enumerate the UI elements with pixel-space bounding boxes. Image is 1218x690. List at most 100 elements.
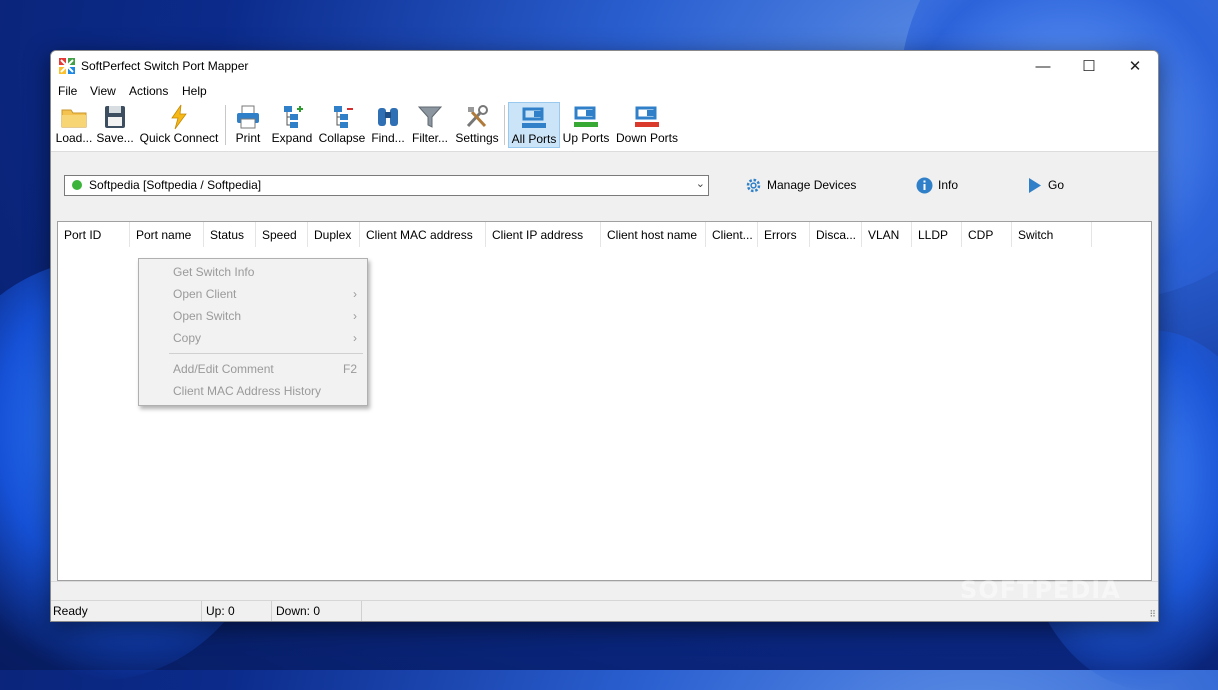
ctx-open-client[interactable]: Open Client ›	[139, 283, 367, 305]
collapse-tree-icon	[334, 106, 353, 128]
port-down-icon	[635, 106, 659, 127]
go-label: Go	[1048, 178, 1065, 192]
menu-view[interactable]: View	[90, 84, 116, 98]
tools-icon	[466, 105, 488, 128]
filter-button[interactable]: Filter...	[409, 102, 451, 148]
watermark: SOFTPEDIA	[960, 576, 1121, 604]
expand-button[interactable]: Expand	[269, 102, 315, 148]
funnel-icon	[417, 106, 443, 128]
context-menu: Get Switch Info Open Client › Open Switc…	[138, 258, 368, 406]
column-header-vlan[interactable]: VLAN	[862, 222, 912, 247]
toolbar-separator	[225, 105, 226, 145]
close-button[interactable]: ✕	[1112, 51, 1158, 81]
settings-button[interactable]: Settings	[453, 102, 501, 148]
chevron-right-icon: ›	[353, 331, 357, 345]
menu-help[interactable]: Help	[182, 84, 207, 98]
ctx-label: Copy	[173, 331, 202, 345]
column-header-speed[interactable]: Speed	[256, 222, 308, 247]
menu-bar: File View Actions Help	[51, 81, 1158, 101]
column-header-client-mac[interactable]: Client MAC address	[360, 222, 486, 247]
ctx-label: Client MAC Address History	[173, 384, 322, 398]
port-all-icon	[522, 107, 546, 128]
column-header-switch[interactable]: Switch	[1012, 222, 1092, 247]
chevron-down-icon[interactable]: ⌄	[696, 177, 705, 190]
gear-icon	[746, 178, 761, 192]
column-header-discards[interactable]: Disca...	[810, 222, 862, 247]
status-up-count: Up: 0	[204, 601, 272, 621]
info-label: Info	[938, 178, 959, 192]
column-header-port-id[interactable]: Port ID	[58, 222, 130, 247]
toolbar-separator	[504, 105, 505, 145]
ctx-client-mac-history[interactable]: Client MAC Address History	[139, 380, 367, 402]
resize-grip-icon[interactable]: ⠿	[1149, 609, 1156, 620]
expand-tree-icon	[284, 106, 303, 128]
column-header-lldp[interactable]: LLDP	[912, 222, 962, 247]
maximize-button[interactable]: ☐	[1066, 51, 1112, 81]
menu-actions[interactable]: Actions	[129, 84, 168, 98]
all-ports-label: All Ports	[511, 132, 557, 146]
info-icon	[916, 177, 933, 193]
info-button[interactable]: Info	[916, 176, 958, 194]
folder-icon	[61, 109, 87, 128]
save-button[interactable]: Save...	[95, 102, 135, 148]
column-header-port-name[interactable]: Port name	[130, 222, 204, 247]
load-label: Load...	[55, 131, 93, 145]
device-select[interactable]: Softpedia [Softpedia / Softpedia] ⌄	[64, 175, 709, 196]
ctx-get-switch-info[interactable]: Get Switch Info	[139, 261, 367, 283]
toolbar: Load... Save... Quick Connect Print Expa…	[51, 101, 1158, 152]
column-header-client-ip[interactable]: Client IP address	[486, 222, 601, 247]
minimize-button[interactable]: —	[1020, 51, 1066, 81]
quick-connect-label: Quick Connect	[139, 131, 219, 145]
ctx-open-switch[interactable]: Open Switch ›	[139, 305, 367, 327]
column-header-status[interactable]: Status	[204, 222, 256, 247]
device-status-dot	[72, 180, 82, 190]
up-ports-label: Up Ports	[562, 131, 610, 145]
play-icon	[1029, 177, 1041, 193]
maximize-icon: ☐	[1082, 58, 1096, 75]
find-button[interactable]: Find...	[369, 102, 407, 148]
app-logo-icon	[59, 58, 75, 74]
column-header-duplex[interactable]: Duplex	[308, 222, 360, 247]
window-title: SoftPerfect Switch Port Mapper	[81, 59, 249, 73]
all-ports-button[interactable]: All Ports	[508, 102, 560, 148]
device-select-value: Softpedia [Softpedia / Softpedia]	[89, 178, 262, 192]
chevron-right-icon: ›	[353, 287, 357, 301]
column-header-cdp[interactable]: CDP	[962, 222, 1012, 247]
title-bar: SoftPerfect Switch Port Mapper — ☐ ✕	[51, 51, 1158, 81]
ctx-copy[interactable]: Copy ›	[139, 327, 367, 349]
find-label: Find...	[371, 131, 405, 145]
close-icon: ✕	[1128, 58, 1142, 75]
column-header-client-host[interactable]: Client host name	[601, 222, 706, 247]
expand-label: Expand	[271, 131, 313, 145]
quick-connect-button[interactable]: Quick Connect	[137, 102, 221, 148]
down-ports-button[interactable]: Down Ports	[614, 102, 680, 148]
device-bar: Softpedia [Softpedia / Softpedia] ⌄ Mana…	[51, 152, 1158, 214]
column-header-errors[interactable]: Errors	[758, 222, 810, 247]
table-header: Port ID Port name Status Speed Duplex Cl…	[58, 222, 1151, 247]
go-button[interactable]: Go	[1026, 176, 1064, 194]
app-window: SoftPerfect Switch Port Mapper — ☐ ✕ Fil…	[50, 50, 1159, 622]
ctx-label: Add/Edit Comment	[173, 362, 274, 376]
ctx-add-edit-comment[interactable]: Add/Edit Comment F2	[139, 358, 367, 380]
status-ready: Ready	[51, 601, 202, 621]
port-up-icon	[574, 106, 598, 127]
collapse-button[interactable]: Collapse	[317, 102, 367, 148]
menu-file[interactable]: File	[58, 84, 77, 98]
save-label: Save...	[96, 131, 134, 145]
ctx-label: Open Client	[173, 287, 237, 301]
status-down-count: Down: 0	[274, 601, 362, 621]
floppy-disk-icon	[105, 106, 125, 128]
load-button[interactable]: Load...	[54, 102, 94, 148]
print-button[interactable]: Print	[229, 102, 267, 148]
lightning-icon	[171, 104, 187, 130]
ctx-shortcut: F2	[342, 362, 357, 376]
column-header-client-extra[interactable]: Client...	[706, 222, 758, 247]
minimize-icon: —	[1035, 57, 1051, 75]
binoculars-icon	[378, 108, 398, 126]
up-ports-button[interactable]: Up Ports	[562, 102, 610, 148]
manage-devices-button[interactable]: Manage Devices	[745, 176, 856, 194]
ctx-separator	[169, 353, 363, 354]
collapse-label: Collapse	[318, 131, 366, 145]
manage-devices-label: Manage Devices	[767, 178, 857, 192]
ctx-label: Get Switch Info	[173, 265, 255, 279]
